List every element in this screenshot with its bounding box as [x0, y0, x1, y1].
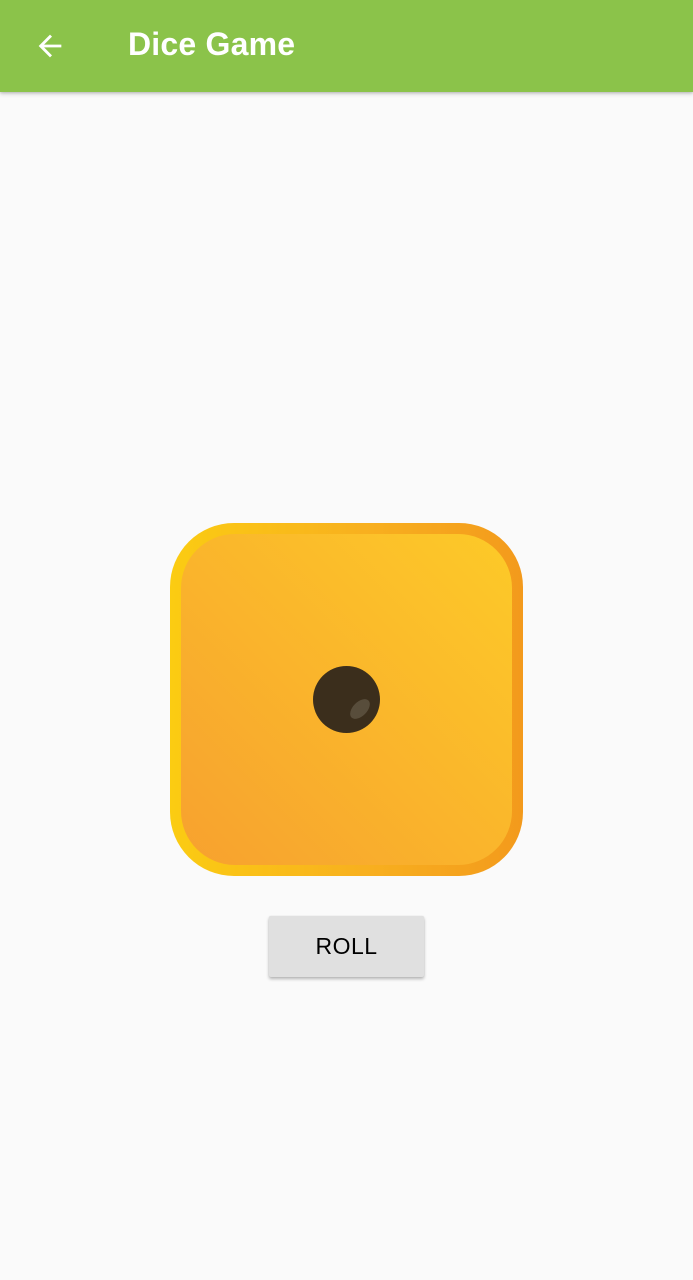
arrow-back-icon — [38, 34, 62, 58]
page-title: Dice Game — [128, 26, 296, 62]
dice-face-one-icon — [170, 523, 523, 876]
back-button[interactable] — [22, 18, 78, 74]
roll-button[interactable]: ROLL — [269, 916, 424, 977]
main-content: ROLL — [0, 92, 693, 1280]
dice-pip — [313, 666, 380, 733]
app-bar: Dice Game — [0, 0, 693, 92]
app-screen: Dice Game ROLL — [0, 0, 693, 1280]
dice-image[interactable] — [170, 523, 523, 876]
